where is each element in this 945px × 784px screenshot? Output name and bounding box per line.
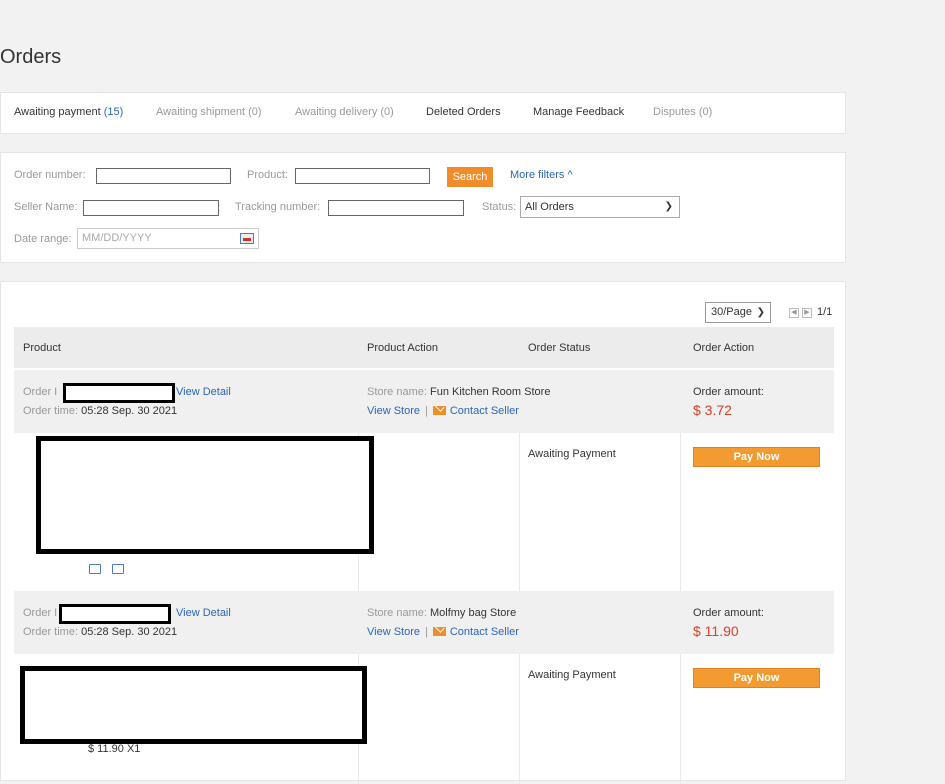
order-amount: $ 3.72 [693, 402, 732, 418]
seller-name-label: Seller Name: [14, 201, 78, 213]
tab-manage-feedback[interactable]: Manage Feedback [533, 106, 624, 118]
header-order-action: Order Action [693, 342, 755, 354]
per-page-select[interactable]: 30/Page ❯ [705, 302, 771, 323]
card-icon[interactable] [112, 564, 124, 574]
order-header: Order I View Detail Order time: 05:28 Se… [14, 370, 834, 433]
tab-count: (15) [103, 106, 124, 118]
order-time: 05:28 Sep. 30 2021 [81, 626, 178, 638]
more-filters-link[interactable]: More filters ^ [510, 169, 573, 181]
order-time: 05:28 Sep. 30 2021 [81, 405, 178, 417]
view-detail-link[interactable]: View Detail [176, 386, 231, 398]
per-page-value: 30/Page [711, 306, 752, 318]
order-number-label: Order number: [14, 169, 86, 181]
order-amount-label: Order amount: [693, 607, 764, 619]
order-tabs: Awaiting payment (15) Awaiting shipment … [0, 92, 846, 134]
tab-disputes[interactable]: Disputes (0) [653, 106, 712, 118]
order-body: Awaiting Payment Pay Now [14, 433, 834, 591]
page-count: 1/1 [817, 306, 833, 318]
table-header: Product Product Action Order Status Orde… [14, 327, 834, 368]
tracking-number-input[interactable] [328, 200, 464, 216]
date-range-label: Date range: [14, 233, 72, 245]
contact-seller-link[interactable]: Contact Seller [450, 405, 519, 417]
redacted-product-info [36, 436, 374, 554]
status-select[interactable]: All Orders ❯ [520, 196, 680, 218]
status-label: Status: [482, 201, 517, 213]
chevron-down-icon: ❯ [664, 201, 673, 212]
next-page-icon[interactable]: ▶ [802, 308, 812, 318]
redacted-product-info [20, 666, 367, 744]
tab-awaiting-shipment[interactable]: Awaiting shipment (0) [156, 106, 262, 118]
status-value: All Orders [525, 201, 574, 213]
order-status: Awaiting Payment [528, 669, 616, 681]
header-order-status: Order Status [528, 342, 591, 354]
page-title: Orders [0, 46, 62, 68]
store-name-label: Store name: [367, 607, 427, 619]
view-store-link[interactable]: View Store [367, 405, 420, 417]
truck-icon[interactable] [89, 564, 101, 574]
redacted-order-id [63, 383, 175, 403]
order-id-label: Order I [23, 607, 58, 619]
store-name-label: Store name: [367, 386, 427, 398]
date-placeholder: MM/DD/YYYY [82, 232, 152, 244]
tab-awaiting-delivery[interactable]: Awaiting delivery (0) [295, 106, 394, 118]
contact-seller-link[interactable]: Contact Seller [450, 626, 519, 638]
product-label: Product: [247, 169, 288, 181]
order-status: Awaiting Payment [528, 448, 616, 460]
header-product-action: Product Action [367, 342, 438, 354]
order-time-label: Order time: [23, 626, 79, 638]
mail-icon [432, 627, 446, 636]
order-id-label: Order I [23, 386, 58, 398]
search-button[interactable]: Search [447, 167, 493, 187]
pay-now-button[interactable]: Pay Now [693, 447, 820, 467]
store-name: Molfmy bag Store [429, 607, 517, 619]
pay-now-button[interactable]: Pay Now [693, 668, 820, 688]
order-header: Order I View Detail Order time: 05:28 Se… [14, 591, 834, 654]
header-product: Product [23, 342, 61, 354]
seller-name-input[interactable] [83, 200, 219, 216]
filter-panel: Order number: Product: Search More filte… [0, 152, 846, 263]
price-quantity: $ 11.90 X1 [88, 743, 141, 755]
tracking-number-label: Tracking number: [235, 201, 321, 213]
product-input[interactable] [295, 168, 430, 184]
tab-deleted-orders[interactable]: Deleted Orders [426, 106, 501, 118]
chevron-down-icon: ❯ [756, 307, 765, 318]
mail-icon [432, 406, 446, 415]
view-store-link[interactable]: View Store [367, 626, 420, 638]
calendar-icon[interactable] [240, 233, 254, 244]
orders-panel: 30/Page ❯ ◀ ▶ 1/1 Product Product Action… [0, 281, 846, 784]
order-time-label: Order time: [23, 405, 79, 417]
order-number-input[interactable] [96, 168, 231, 184]
redacted-order-id [59, 604, 171, 624]
date-range-input[interactable]: MM/DD/YYYY [77, 228, 259, 249]
store-name: Fun Kitchen Room Store [429, 386, 551, 398]
view-detail-link[interactable]: View Detail [176, 607, 231, 619]
order-amount: $ 11.90 [693, 623, 739, 639]
tab-label: Awaiting payment [14, 106, 101, 118]
order-amount-label: Order amount: [693, 386, 764, 398]
prev-page-icon[interactable]: ◀ [789, 308, 799, 318]
tab-awaiting-payment[interactable]: Awaiting payment (15) [14, 106, 123, 118]
